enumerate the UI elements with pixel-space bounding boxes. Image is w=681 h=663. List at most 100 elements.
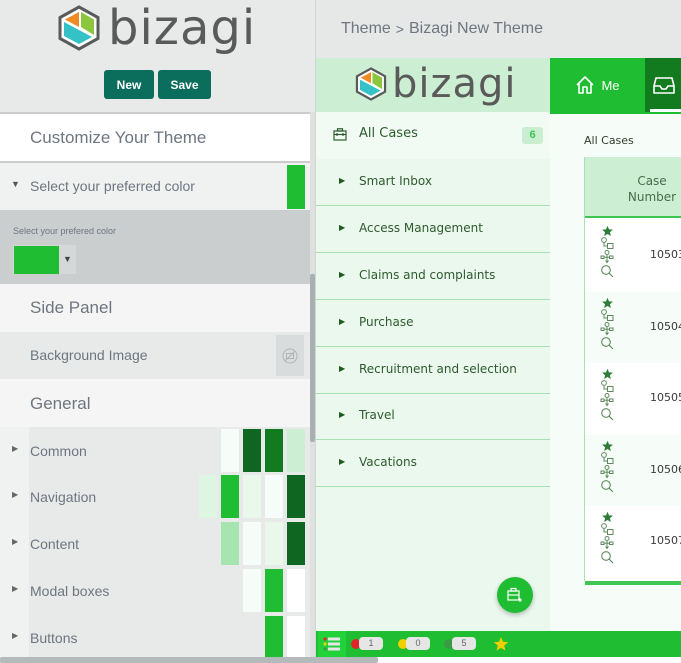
group-navigation[interactable]: ▶ Navigation: [0, 473, 310, 520]
color-swatch[interactable]: [221, 475, 239, 518]
color-swatch[interactable]: [199, 475, 217, 518]
search-icon[interactable]: [600, 550, 614, 564]
caret-right-icon: ▶: [339, 223, 346, 232]
favorite-star-icon[interactable]: [601, 511, 614, 523]
workflow-icon[interactable]: [600, 523, 614, 536]
nav-category[interactable]: ▶ Claims and complaints: [316, 253, 550, 300]
dropdown-arrow-icon: ▼: [63, 254, 72, 264]
color-swatch[interactable]: [221, 522, 239, 565]
nav-category[interactable]: ▶ Access Management: [316, 206, 550, 253]
bizagi-wordmark: bizagi: [392, 61, 517, 107]
favorite-star-icon[interactable]: [601, 297, 614, 309]
color-swatch[interactable]: [221, 429, 239, 472]
nav-all-cases[interactable]: All Cases 6: [316, 112, 550, 159]
customize-theme-header: Customize Your Theme: [0, 112, 310, 163]
new-button[interactable]: New: [104, 70, 154, 99]
workflow-icon[interactable]: [600, 451, 614, 465]
row-actions: [599, 225, 615, 278]
caret-right-icon: ▶: [339, 317, 346, 326]
nav-category[interactable]: ▶ Vacations: [316, 440, 550, 487]
nav-category[interactable]: ▶ Recruitment and selection: [316, 347, 550, 394]
favorite-star-icon[interactable]: [601, 440, 614, 452]
color-swatch[interactable]: [265, 522, 283, 565]
color-swatch[interactable]: [265, 475, 283, 518]
nav-inbox-tab[interactable]: [645, 58, 681, 112]
table-row[interactable]: 10505: [585, 363, 681, 434]
color-swatch[interactable]: [243, 429, 261, 472]
inbox-icon: [652, 77, 675, 94]
workflow-icon[interactable]: [600, 308, 614, 322]
color-swatch[interactable]: [265, 616, 283, 659]
caret-right-icon: ▶: [339, 364, 346, 373]
favorite-star-icon[interactable]: [601, 225, 614, 237]
theme-preview: Theme > Bizagi New Theme bizagi Me All C…: [315, 0, 681, 663]
search-icon[interactable]: [600, 264, 614, 278]
process-map-icon[interactable]: [600, 536, 614, 550]
process-map-icon[interactable]: [600, 321, 614, 336]
on-time-count: 5: [452, 637, 476, 650]
nav-category[interactable]: ▶ Smart Inbox: [316, 159, 550, 206]
nav-category-label: Vacations: [359, 455, 417, 469]
group-content[interactable]: ▶ Content: [0, 520, 310, 567]
general-groups: ▶ Common ▶ Navigation ▶ Content ▶ Modal …: [0, 427, 310, 659]
preferred-color-section-toggle[interactable]: ▼ Select your preferred color: [0, 163, 310, 210]
group-buttons[interactable]: ▶ Buttons: [0, 614, 310, 661]
group-label: Content: [30, 536, 80, 552]
process-map-icon[interactable]: [600, 250, 614, 264]
color-picker-swatch: [14, 246, 59, 274]
breadcrumb: Theme > Bizagi New Theme: [341, 20, 543, 38]
color-swatch[interactable]: [265, 569, 283, 612]
search-icon[interactable]: [600, 336, 614, 350]
preferred-color-field-label: Select your prefered color: [13, 226, 117, 236]
table-row[interactable]: 10506: [585, 434, 681, 506]
table-row[interactable]: 10504: [585, 291, 681, 363]
overdue-counter[interactable]: 1: [351, 637, 383, 650]
nav-category[interactable]: ▶ Travel: [316, 393, 550, 440]
content-title: All Cases: [584, 134, 634, 147]
color-swatch[interactable]: [287, 616, 305, 659]
caret-right-icon: ▶: [339, 457, 346, 466]
favorites-star-icon[interactable]: [493, 636, 509, 652]
nav-me-tab[interactable]: Me: [550, 58, 645, 112]
table-row[interactable]: 10503: [585, 220, 681, 291]
color-swatch[interactable]: [287, 522, 305, 565]
save-button[interactable]: Save: [158, 70, 211, 99]
table-row[interactable]: 10507: [585, 506, 681, 577]
new-case-button[interactable]: [497, 577, 533, 613]
workflow-icon[interactable]: [600, 237, 614, 250]
theme-customizer-panel: bizagi New Save Customize Your Theme ▼ S…: [0, 0, 315, 663]
nav-category-label: Travel: [359, 408, 395, 422]
at-risk-counter[interactable]: 0: [398, 637, 430, 650]
caret-right-icon: ▶: [12, 584, 19, 593]
search-icon[interactable]: [600, 479, 614, 493]
color-swatch[interactable]: [243, 569, 261, 612]
status-list-button[interactable]: [318, 631, 346, 657]
color-swatch[interactable]: [243, 475, 261, 518]
breadcrumb-root[interactable]: Theme: [341, 20, 391, 38]
favorite-star-icon[interactable]: [601, 368, 614, 380]
nav-category[interactable]: ▶ Purchase: [316, 300, 550, 347]
case-number-cell: 10504: [650, 319, 681, 333]
caret-right-icon: ▶: [12, 490, 19, 499]
process-map-icon[interactable]: [600, 464, 614, 479]
nav-category-label: Purchase: [359, 315, 414, 329]
search-icon[interactable]: [600, 407, 614, 421]
caret-right-icon: ▶: [339, 410, 346, 419]
caret-right-icon: ▶: [12, 444, 19, 453]
horizontal-scrollbar[interactable]: [0, 657, 378, 663]
status-bar: 1 0 5: [316, 631, 681, 657]
workflow-icon[interactable]: [600, 380, 614, 393]
color-swatch[interactable]: [287, 429, 305, 472]
background-image-button[interactable]: [276, 335, 304, 376]
color-swatch[interactable]: [265, 429, 283, 472]
color-picker-dropdown[interactable]: ▼: [13, 245, 76, 274]
group-modal-boxes[interactable]: ▶ Modal boxes: [0, 567, 310, 614]
overdue-count: 1: [359, 637, 383, 650]
color-swatch[interactable]: [287, 569, 305, 612]
color-swatch[interactable]: [287, 475, 305, 518]
color-swatch[interactable]: [243, 522, 261, 565]
on-time-counter[interactable]: 5: [444, 637, 476, 650]
column-header-case-number[interactable]: Case Number: [627, 173, 677, 205]
process-map-icon[interactable]: [600, 393, 614, 407]
group-common[interactable]: ▶ Common: [0, 427, 310, 474]
